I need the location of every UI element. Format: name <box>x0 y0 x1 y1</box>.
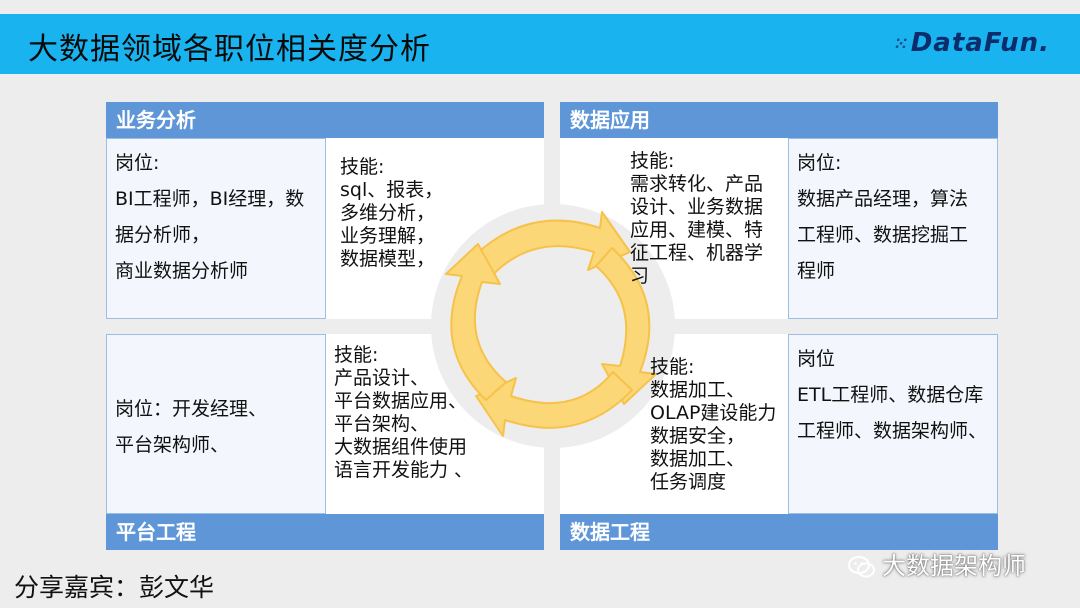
skills-line: 技能: <box>334 344 379 366</box>
roles-line: 数据产品经理，算法 <box>797 188 969 210</box>
skills-line: 语言开发能力 、 <box>334 459 474 481</box>
skills-line: 大数据组件使用 <box>334 436 468 458</box>
skills-line: 技能: <box>650 356 695 378</box>
skills-platform-engineering: 技能: 产品设计、 平台数据应用、 平台架构、 大数据组件使用 语言开发能力 、 <box>334 344 473 482</box>
roles-line: 岗位 <box>797 348 836 370</box>
roles-line: 平台架构师、 <box>115 434 230 456</box>
roles-line: 岗位: <box>115 152 160 174</box>
roles-line: 程师 <box>797 260 836 282</box>
wechat-watermark: 大数据架构师 <box>848 546 1026 581</box>
skills-line: sql、报表， <box>340 179 444 201</box>
skills-line: 平台数据应用、 <box>334 390 468 412</box>
skills-line: 设计、业务数据 <box>630 196 764 218</box>
roles-line: 商业数据分析师 <box>115 260 249 282</box>
skills-line: 多维分析， <box>340 202 436 224</box>
roles-line: BI工程师，BI经理，数 <box>115 188 305 210</box>
watermark-text: 大数据架构师 <box>882 552 1026 580</box>
roles-panel-platform-engineering: 岗位：开发经理、 平台架构师、 <box>106 334 326 514</box>
roles-line: 工程师、数据架构师、 <box>797 420 988 442</box>
roles-line: 岗位：开发经理、 <box>115 398 268 420</box>
skills-business-analysis: 技能: sql、报表， 多维分析， 业务理解， 数据模型， <box>340 156 443 271</box>
skills-line: 产品设计、 <box>334 367 430 389</box>
skills-line: 应用、建模、特 <box>630 219 764 241</box>
roles-line: 岗位: <box>797 152 842 174</box>
wechat-icon <box>848 556 875 578</box>
roles-panel-business-analysis: 岗位: BI工程师，BI经理，数 据分析师， 商业数据分析师 <box>106 138 326 319</box>
skills-data-application: 技能: 需求转化、产品 设计、业务数据 应用、建模、特 征工程、机器学 习 <box>630 150 763 288</box>
skills-line: 业务理解， <box>340 225 436 247</box>
skills-line: 任务调度 <box>650 471 727 493</box>
skills-line: 征工程、机器学 <box>630 242 764 264</box>
roles-panel-data-application: 岗位: 数据产品经理，算法 工程师、数据挖掘工 程师 <box>788 138 998 319</box>
skills-line: 技能: <box>630 150 675 172</box>
roles-line: ETL工程师、数据仓库 <box>797 384 984 406</box>
skills-line: OLAP建设能力 <box>650 402 777 424</box>
section-header-platform-engineering: 平台工程 <box>106 514 544 550</box>
skills-line: 需求转化、产品 <box>630 173 764 195</box>
skills-data-engineering: 技能: 数据加工、 OLAP建设能力 数据安全， 数据加工、 任务调度 <box>650 356 776 494</box>
skills-line: 数据加工、 <box>650 448 746 470</box>
section-header-data-application: 数据应用 <box>560 102 998 138</box>
roles-line: 工程师、数据挖掘工 <box>797 224 969 246</box>
section-header-data-engineering: 数据工程 <box>560 514 998 550</box>
skills-line: 数据模型， <box>340 248 436 270</box>
skills-line: 数据加工、 <box>650 379 746 401</box>
roles-panel-data-engineering: 岗位 ETL工程师、数据仓库 工程师、数据架构师、 <box>788 334 998 514</box>
speaker-credit: 分享嘉宾：彭文华 <box>14 573 215 602</box>
skills-line: 平台架构、 <box>334 413 430 435</box>
skills-line: 数据安全， <box>650 425 746 447</box>
roles-line: 据分析师， <box>115 224 211 246</box>
skills-line: 技能: <box>340 156 385 178</box>
skills-line: 习 <box>630 265 650 287</box>
section-header-business-analysis: 业务分析 <box>106 102 544 138</box>
